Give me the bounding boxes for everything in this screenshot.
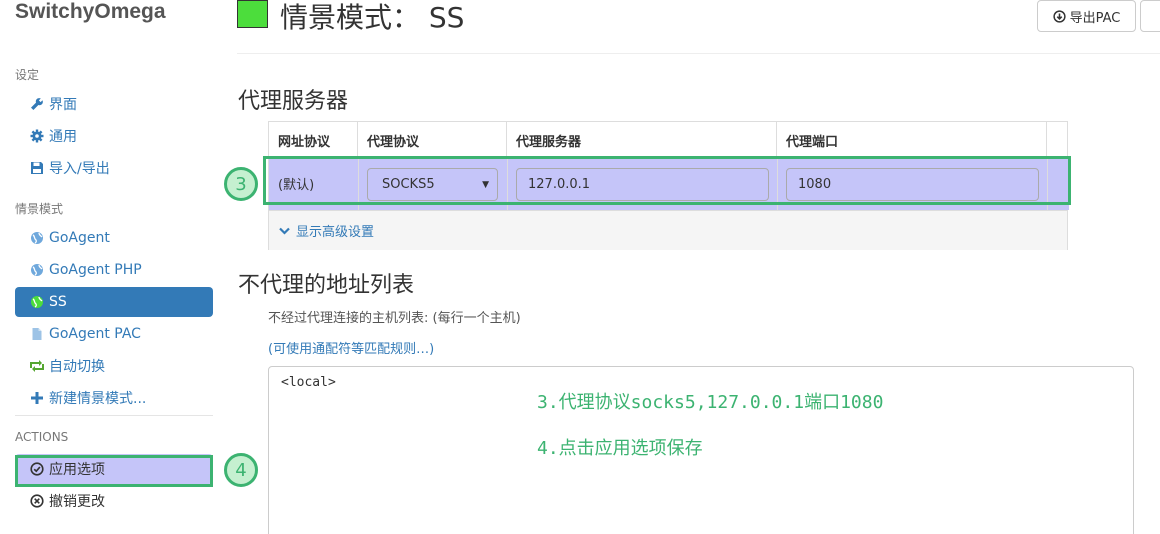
- column-header-server: 代理服务器: [507, 122, 777, 158]
- discard-changes-label: 撤销更改: [49, 494, 105, 510]
- sidebar-item-label: 导入/导出: [49, 161, 110, 177]
- profile-color-swatch[interactable]: [237, 0, 268, 28]
- sidebar-item-label: 通用: [49, 129, 77, 145]
- sidebar-item-interface[interactable]: 界面: [15, 89, 213, 119]
- sidebar-item-general[interactable]: 通用: [15, 121, 213, 151]
- header-extra-button[interactable]: [1140, 0, 1160, 32]
- discard-changes-button[interactable]: 撤销更改: [15, 486, 213, 516]
- show-advanced-label: 显示高级设置: [296, 225, 375, 240]
- column-header-protocol: 代理协议: [358, 122, 507, 158]
- brand-title: SwitchyOmega: [15, 0, 166, 23]
- bypass-list-heading: 不代理的地址列表: [238, 273, 415, 298]
- download-icon: [1052, 9, 1066, 23]
- export-pac-label: 导出PAC: [1069, 10, 1121, 26]
- sidebar-item-label: 界面: [49, 97, 77, 113]
- sidebar-item-import-export[interactable]: 导入/导出: [15, 153, 213, 183]
- sidebar-item-label: SS: [49, 294, 67, 310]
- sidebar-item-label: 新建情景模式...: [49, 391, 147, 407]
- sidebar-divider: [15, 415, 213, 416]
- chevron-down-icon: [279, 227, 290, 235]
- floppy-icon: [29, 161, 45, 175]
- highlight-apply-button: [15, 455, 213, 487]
- wildcard-rules-link[interactable]: (可使用通配符等匹配规则…): [268, 338, 434, 357]
- bypass-list-value: <local>: [281, 375, 336, 390]
- bypass-help-text: 不经过代理连接的主机列表: (每行一个主机): [268, 311, 521, 326]
- highlight-proxy-row: [263, 156, 1071, 205]
- column-header-scheme: 网址协议: [269, 122, 358, 158]
- switch-icon: [29, 359, 45, 373]
- sidebar-item-label: 自动切换: [49, 359, 105, 375]
- actions-header: ACTIONS: [15, 430, 69, 444]
- show-advanced-link[interactable]: 显示高级设置: [269, 210, 1067, 250]
- sidebar-item-label: GoAgent PAC: [49, 326, 141, 342]
- step-4-marker: 4: [224, 453, 258, 487]
- sidebar-item-label: GoAgent PHP: [49, 262, 142, 278]
- globe-icon: [29, 295, 45, 309]
- sidebar-item-label: GoAgent: [49, 230, 110, 246]
- header-divider: [237, 53, 1160, 54]
- globe-icon: [29, 231, 45, 245]
- annotation-note-step-3: 3.代理协议socks5,127.0.0.1端口1080: [537, 392, 884, 413]
- sidebar-item-ss[interactable]: SS: [15, 287, 213, 317]
- annotation-note-step-4: 4.点击应用选项保存: [537, 438, 703, 459]
- settings-header: 设定: [15, 68, 40, 82]
- sidebar-item-new-profile[interactable]: 新建情景模式...: [15, 383, 213, 413]
- file-icon: [29, 327, 45, 341]
- plus-icon: [29, 391, 45, 405]
- export-pac-button[interactable]: 导出PAC: [1037, 0, 1136, 32]
- globe-icon: [29, 263, 45, 277]
- step-3-marker: 3: [224, 167, 258, 201]
- column-header-port: 代理端口: [777, 122, 1047, 158]
- sidebar: SwitchyOmega 设定 界面 通用 导入/导出 情景模式 GoAgent…: [0, 0, 228, 534]
- x-circle-icon: [29, 494, 45, 508]
- page-title: 情景模式： SS: [280, 1, 465, 34]
- sidebar-item-goagent-php[interactable]: GoAgent PHP: [15, 255, 213, 285]
- wrench-icon: [29, 97, 45, 111]
- proxy-servers-heading: 代理服务器: [238, 89, 349, 114]
- sidebar-item-goagent[interactable]: GoAgent: [15, 223, 213, 253]
- profiles-header: 情景模式: [15, 202, 64, 216]
- gear-icon: [29, 129, 45, 143]
- sidebar-item-goagent-pac[interactable]: GoAgent PAC: [15, 319, 213, 349]
- sidebar-item-auto-switch[interactable]: 自动切换: [15, 351, 213, 381]
